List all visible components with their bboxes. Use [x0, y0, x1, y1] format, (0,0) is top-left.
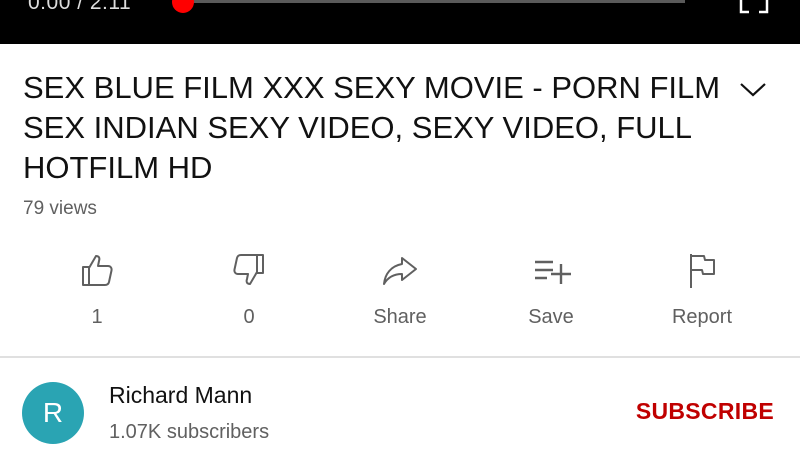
divider: [0, 356, 800, 358]
thumbs-down-icon: [233, 254, 264, 285]
subscriber-count: 1.07K subscribers: [109, 421, 270, 443]
progress-bar[interactable]: [183, 0, 685, 3]
fullscreen-icon[interactable]: [739, 0, 769, 14]
share-button[interactable]: Share: [340, 250, 460, 340]
channel-name[interactable]: Richard Mann: [109, 382, 252, 409]
dislike-button[interactable]: 0: [189, 250, 309, 340]
report-button[interactable]: Report: [642, 250, 762, 340]
chevron-down-icon[interactable]: [738, 78, 768, 100]
like-count: 1: [91, 306, 103, 328]
subscribe-button[interactable]: SUBSCRIBE: [636, 398, 774, 425]
video-title[interactable]: SEX BLUE FILM XXX SEXY MOVIE - PORN FILM…: [23, 68, 723, 188]
save-button[interactable]: Save: [491, 250, 611, 340]
avatar-letter: R: [42, 397, 64, 428]
like-button[interactable]: 1: [37, 250, 157, 340]
report-label: Report: [671, 306, 733, 328]
share-label: Share: [373, 306, 427, 328]
save-label: Save: [528, 306, 574, 328]
progress-scrubber-knob[interactable]: [172, 0, 194, 13]
dislike-count: 0: [243, 306, 255, 328]
time-display: 0:00 / 2:11: [28, 0, 132, 14]
view-count: 79 views: [23, 198, 97, 219]
video-player-controls[interactable]: 0:00 / 2:11: [0, 0, 800, 44]
action-bar: 1 0 Share Save Report: [0, 250, 800, 340]
playlist-add-icon: [535, 260, 571, 284]
channel-avatar[interactable]: R: [22, 382, 84, 444]
thumbs-up-icon: [82, 255, 113, 286]
flag-icon: [690, 254, 715, 288]
share-arrow-icon: [383, 257, 417, 285]
